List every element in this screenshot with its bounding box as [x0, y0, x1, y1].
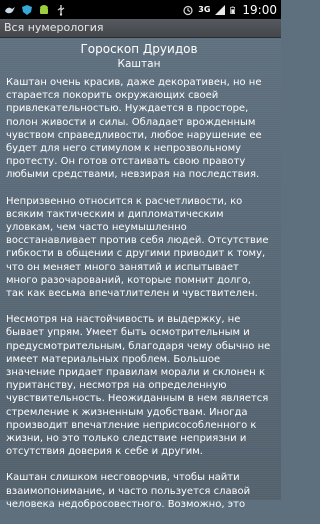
app-title-bar: Вся нумерология — [0, 19, 281, 38]
article: Гороскоп Друидов Каштан Каштан очень кра… — [6, 42, 272, 524]
article-subheading: Каштан — [117, 58, 161, 70]
article-paragraph: Непризвенно относится к расчетливости, к… — [6, 195, 269, 300]
clock: 19:00 — [242, 2, 277, 17]
article-paragraph: Несмотря на настойчивость и выдержку, не… — [6, 314, 271, 458]
bird-icon — [5, 6, 15, 13]
article-paragraph: Каштан слишком несговорчив, чтобы найти … — [6, 472, 251, 510]
signal-icon — [215, 4, 226, 15]
battery-icon — [230, 6, 236, 14]
article-heading: Гороскоп Друидов — [80, 42, 198, 56]
status-bar: 3G 19:00 — [0, 0, 281, 19]
shield-icon — [22, 4, 32, 15]
article-scroll-area[interactable]: Гороскоп Друидов Каштан Каштан очень кра… — [0, 38, 281, 510]
alarm-icon — [183, 5, 193, 15]
app-title: Вся нумерология — [4, 21, 104, 34]
android-icon — [40, 4, 48, 14]
network-type: 3G — [198, 5, 211, 14]
article-paragraph: Каштан очень красив, даже декоративен, н… — [6, 77, 262, 181]
usb-icon — [57, 4, 65, 16]
